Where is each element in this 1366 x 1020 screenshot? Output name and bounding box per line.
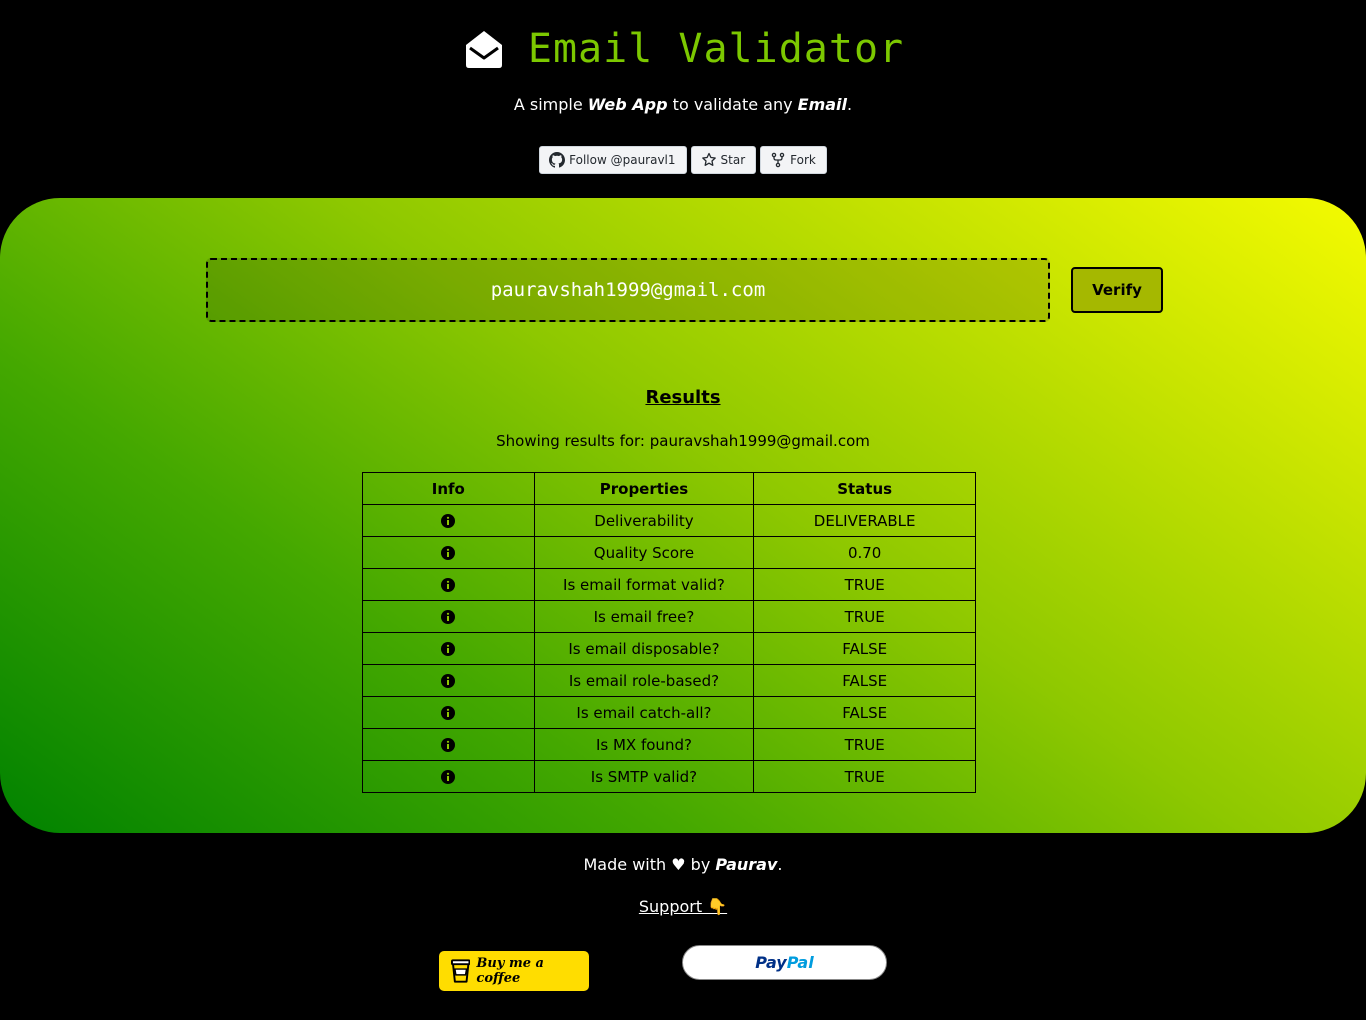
info-circle-icon[interactable]: [441, 770, 456, 784]
property-cell: Is email format valid?: [533, 568, 755, 601]
subtitle-text-2: to validate any: [667, 95, 798, 114]
status-cell: 0.70: [753, 536, 976, 569]
property-cell: Is MX found?: [533, 728, 755, 761]
property-cell: Is email catch-all?: [533, 696, 755, 729]
info-circle-icon[interactable]: [441, 514, 456, 528]
column-header-info: Info: [362, 472, 535, 505]
info-cell: [362, 536, 535, 569]
property-cell: Quality Score: [533, 536, 755, 569]
results-for-text: Showing results for: pauravshah1999@gmai…: [496, 432, 870, 450]
info-circle-icon[interactable]: [441, 738, 456, 752]
info-circle-icon[interactable]: [441, 546, 456, 560]
paypal-button[interactable]: Pay Pal: [682, 945, 887, 980]
github-follow-label: Follow @pauravl1: [569, 153, 676, 167]
paypal-label-pay: Pay: [755, 953, 787, 972]
validator-panel: Verify Results Showing results for: paur…: [0, 198, 1366, 833]
star-icon: [701, 152, 716, 166]
email-input[interactable]: [206, 258, 1050, 322]
table-row: Is email catch-all? FALSE: [362, 696, 976, 729]
info-cell: [362, 600, 535, 633]
status-cell: TRUE: [753, 760, 976, 793]
made-with-pre: Made with: [583, 855, 672, 874]
made-with-text: Made with ♥ by Paurav.: [0, 855, 1366, 875]
app-title: Email Validator: [527, 26, 905, 72]
page-footer: Made with ♥ by Paurav. Support 👇 Buy me …: [0, 833, 1366, 1020]
property-cell: Is SMTP valid?: [533, 760, 755, 793]
info-cell: [362, 696, 535, 729]
info-circle-icon[interactable]: [441, 578, 456, 592]
table-row: Is email role-based? FALSE: [362, 664, 976, 697]
info-circle-icon[interactable]: [441, 610, 456, 624]
github-star-button[interactable]: Star: [690, 146, 757, 174]
info-circle-icon[interactable]: [441, 642, 456, 656]
results-table: Info Properties Status Deliverability DE…: [362, 472, 976, 793]
status-cell: FALSE: [753, 632, 976, 665]
support-link[interactable]: Support 👇: [639, 897, 727, 916]
github-buttons: Follow @pauravl1 Star Fork: [0, 146, 1366, 174]
table-header-row: Info Properties Status: [362, 472, 976, 505]
github-follow-button[interactable]: Follow @pauravl1: [539, 146, 687, 174]
made-with-post: .: [777, 855, 783, 874]
info-circle-icon[interactable]: [441, 674, 456, 688]
table-row: Is MX found? TRUE: [362, 728, 976, 761]
envelope-open-icon: [465, 31, 502, 68]
property-cell: Is email role-based?: [533, 664, 755, 697]
github-icon: [549, 152, 566, 168]
info-cell: [362, 760, 535, 793]
fork-icon: [771, 152, 785, 168]
subtitle-text-3: .: [847, 95, 853, 114]
table-row: Quality Score 0.70: [362, 536, 976, 569]
status-cell: TRUE: [753, 600, 976, 633]
github-fork-button[interactable]: Fork: [760, 146, 827, 174]
github-star-label: Star: [720, 153, 746, 167]
coffee-label: Buy me a coffee: [476, 956, 544, 986]
results-heading: Results: [645, 387, 721, 408]
status-cell: FALSE: [753, 696, 976, 729]
table-row: Is email disposable? FALSE: [362, 632, 976, 665]
info-cell: [362, 504, 535, 537]
column-header-properties: Properties: [533, 472, 755, 505]
coffee-cup-icon: [451, 959, 471, 983]
author-name: Paurav: [715, 855, 778, 874]
property-cell: Deliverability: [533, 504, 755, 537]
title-row: Email Validator: [0, 24, 1366, 74]
status-cell: FALSE: [753, 664, 976, 697]
status-cell: TRUE: [753, 568, 976, 601]
info-cell: [362, 632, 535, 665]
subtitle-bold-1: Web App: [587, 95, 668, 114]
support-row: Support 👇: [0, 897, 1366, 917]
status-cell: TRUE: [753, 728, 976, 761]
property-cell: Is email disposable?: [533, 632, 755, 665]
made-with-by: by: [685, 855, 716, 874]
info-cell: [362, 568, 535, 601]
table-row: Deliverability DELIVERABLE: [362, 504, 976, 537]
table-row: Is email free? TRUE: [362, 600, 976, 633]
subtitle-text-1: A simple: [513, 95, 588, 114]
column-header-status: Status: [753, 472, 976, 505]
page-header: Email Validator A simple Web App to vali…: [0, 0, 1366, 198]
github-fork-label: Fork: [790, 153, 816, 167]
buy-me-a-coffee-button[interactable]: Buy me a coffee: [439, 951, 589, 991]
app-subtitle: A simple Web App to validate any Email.: [0, 95, 1366, 115]
table-row: Is SMTP valid? TRUE: [362, 760, 976, 793]
heart-icon: ♥: [671, 855, 686, 874]
table-row: Is email format valid? TRUE: [362, 568, 976, 601]
subtitle-bold-2: Email: [797, 95, 848, 114]
info-circle-icon[interactable]: [441, 706, 456, 720]
verify-button[interactable]: Verify: [1071, 267, 1163, 313]
info-cell: [362, 664, 535, 697]
property-cell: Is email free?: [533, 600, 755, 633]
paypal-label-pal: Pal: [786, 953, 814, 972]
info-cell: [362, 728, 535, 761]
status-cell: DELIVERABLE: [753, 504, 976, 537]
